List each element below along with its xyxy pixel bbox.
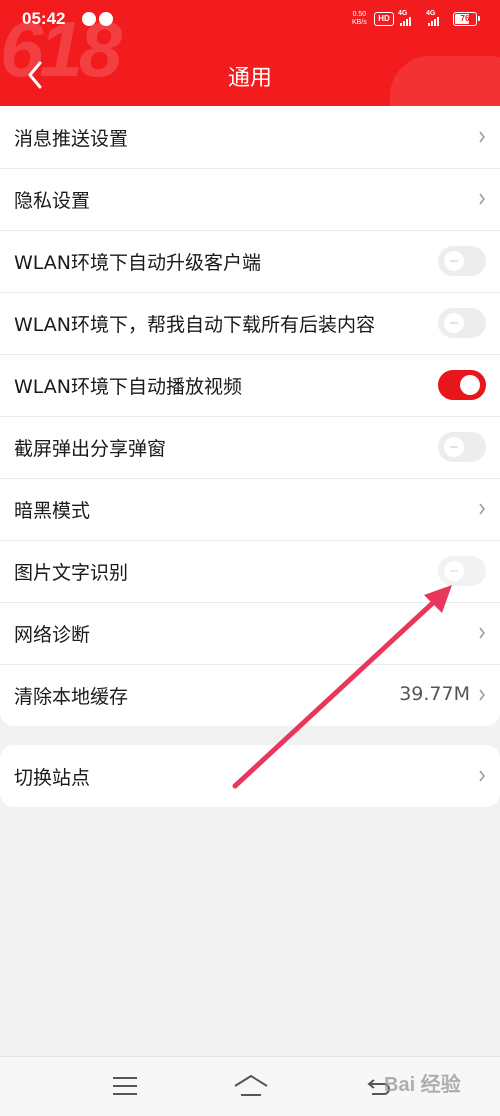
row-label: 截屏弹出分享弹窗 [14, 437, 167, 460]
status-time: 05:42 [22, 9, 66, 28]
settings-row-network-diagnosis[interactable]: 网络诊断 [0, 602, 500, 664]
row-label: 网络诊断 [14, 623, 91, 646]
toggle-knob [444, 313, 464, 333]
settings-row-clear-cache[interactable]: 清除本地缓存 39.77M [0, 664, 500, 726]
row-label: 图片文字识别 [14, 561, 129, 584]
hd-voice-badge: HD [374, 12, 394, 26]
chevron-right-icon [479, 503, 485, 515]
home-icon[interactable] [232, 1073, 270, 1099]
row-label: 消息推送设置 [14, 127, 129, 150]
settings-row-wlan-autoplay-video: WLAN环境下自动播放视频 [0, 354, 500, 416]
image-text-recognition-toggle[interactable] [438, 556, 486, 586]
network-speed-unit: KB/s [352, 19, 367, 26]
network-speed-value: 0.50 [352, 11, 367, 18]
wlan-auto-upgrade-toggle[interactable] [438, 246, 486, 276]
toggle-knob [444, 437, 464, 457]
chevron-right-icon [479, 689, 485, 701]
settings-row-switch-site[interactable]: 切换站点 [0, 745, 500, 807]
chevron-right-icon [479, 770, 485, 782]
screenshot-share-toggle[interactable] [438, 432, 486, 462]
settings-card: 消息推送设置 隐私设置 WLAN环境下自动升级客户端 WLAN环境下，帮我自动下… [0, 106, 500, 726]
menu-icon[interactable] [113, 1077, 137, 1097]
toggle-knob [444, 251, 464, 271]
cache-size-value: 39.77M [399, 683, 470, 705]
settings-row-wlan-auto-download: WLAN环境下，帮我自动下载所有后装内容 [0, 292, 500, 354]
baidu-jingyan-watermark: Bai 经验 [384, 1074, 461, 1096]
wlan-auto-download-toggle[interactable] [438, 308, 486, 338]
sim2-network-label: 4G [426, 10, 436, 17]
page-title: 通用 [227, 66, 272, 91]
network-speed: 0.50 KB/s [352, 11, 367, 27]
chevron-right-icon [479, 627, 485, 639]
row-label: 切换站点 [14, 766, 91, 789]
settings-row-dark-mode[interactable]: 暗黑模式 [0, 478, 500, 540]
app-header: 618 05:42 0.50 KB/s HD 4G 4G 76 通用 [0, 0, 500, 106]
chevron-right-icon [479, 131, 485, 143]
notification-app-icon-2 [99, 12, 113, 26]
switch-site-card: 切换站点 [0, 745, 500, 807]
row-label: 暗黑模式 [14, 499, 91, 522]
toggle-knob [444, 561, 464, 581]
settings-row-image-text-recognition: 图片文字识别 [0, 540, 500, 602]
status-bar: 05:42 0.50 KB/s HD 4G 4G 76 [0, 0, 500, 40]
settings-row-wlan-auto-upgrade: WLAN环境下自动升级客户端 [0, 230, 500, 292]
row-label: WLAN环境下自动升级客户端 [14, 251, 262, 274]
signal-icon-sim1: 4G [396, 10, 418, 28]
row-label: 清除本地缓存 [14, 685, 129, 708]
settings-row-privacy[interactable]: 隐私设置 [0, 168, 500, 230]
settings-row-push-notifications[interactable]: 消息推送设置 [0, 106, 500, 168]
row-label: 隐私设置 [14, 189, 91, 212]
notification-app-icon [82, 12, 96, 26]
signal-icon-sim2: 4G [424, 10, 446, 28]
row-label: WLAN环境下，帮我自动下载所有后装内容 [14, 313, 376, 336]
battery-percent: 76 [460, 14, 470, 23]
toggle-knob [460, 375, 480, 395]
battery-icon: 76 [453, 12, 480, 26]
chevron-right-icon [479, 193, 485, 205]
sim1-network-label: 4G [398, 10, 408, 17]
wlan-autoplay-video-toggle[interactable] [438, 370, 486, 400]
settings-row-screenshot-share: 截屏弹出分享弹窗 [0, 416, 500, 478]
row-label: WLAN环境下自动播放视频 [14, 375, 243, 398]
